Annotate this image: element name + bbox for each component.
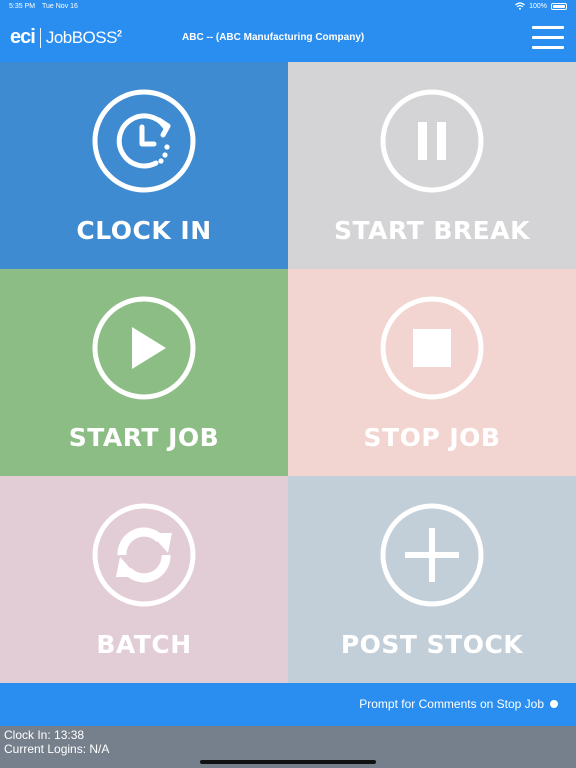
prompt-bar: Prompt for Comments on Stop Job (0, 684, 576, 726)
start-job-label: START JOB (68, 423, 220, 452)
logo-divider (39, 27, 41, 48)
home-indicator (200, 760, 376, 764)
hamburger-menu-button[interactable] (532, 24, 564, 52)
wifi-icon (515, 2, 525, 10)
app-logo: eci JobBOSS2 (10, 26, 122, 49)
menu-line (532, 46, 564, 49)
prompt-comments-label: Prompt for Comments on Stop Job (359, 697, 544, 711)
logo-product-name: JobBOSS (45, 27, 118, 47)
status-bar: 5:35 PM Tue Nov 16 100% (0, 0, 576, 14)
battery-percent: 100% (529, 2, 547, 10)
action-grid: CLOCK IN START BREAK START JOB STOP JOB (0, 62, 576, 684)
batch-label: BATCH (96, 630, 192, 659)
stop-job-button[interactable]: STOP JOB (288, 269, 576, 476)
refresh-icon (92, 503, 196, 607)
app-header: eci JobBOSS2 ABC -- (ABC Manufacturing C… (0, 14, 576, 62)
pause-icon (380, 89, 484, 193)
batch-button[interactable]: BATCH (0, 476, 288, 683)
logo-product: JobBOSS2 (46, 28, 122, 48)
status-time: 5:35 PM (9, 3, 36, 10)
clock-in-icon (92, 89, 196, 193)
clock-in-time: Clock In: 13:38 (4, 728, 85, 742)
post-stock-label: POST STOCK (340, 630, 524, 659)
stop-job-label: STOP JOB (363, 423, 501, 452)
status-right: 100% (515, 2, 567, 10)
start-break-button[interactable]: START BREAK (288, 62, 576, 269)
plus-icon (380, 503, 484, 607)
battery-icon (551, 2, 567, 10)
logo-superscript: 2 (116, 27, 122, 38)
status-date: Tue Nov 16 (42, 3, 78, 10)
menu-line (532, 36, 564, 39)
clock-in-button[interactable]: CLOCK IN (0, 62, 288, 269)
start-break-label: START BREAK (334, 216, 530, 245)
post-stock-button[interactable]: POST STOCK (288, 476, 576, 683)
start-job-button[interactable]: START JOB (0, 269, 288, 476)
logo-eci: eci (10, 26, 36, 48)
company-name: ABC -- (ABC Manufacturing Company) (182, 32, 365, 43)
toggle-dot-icon (550, 700, 558, 708)
current-logins: Current Logins: N/A (4, 742, 110, 756)
stop-icon (380, 296, 484, 400)
menu-line (532, 26, 564, 29)
clock-in-label: CLOCK IN (76, 216, 212, 245)
prompt-comments-toggle[interactable]: Prompt for Comments on Stop Job (359, 697, 558, 711)
play-icon (92, 296, 196, 400)
